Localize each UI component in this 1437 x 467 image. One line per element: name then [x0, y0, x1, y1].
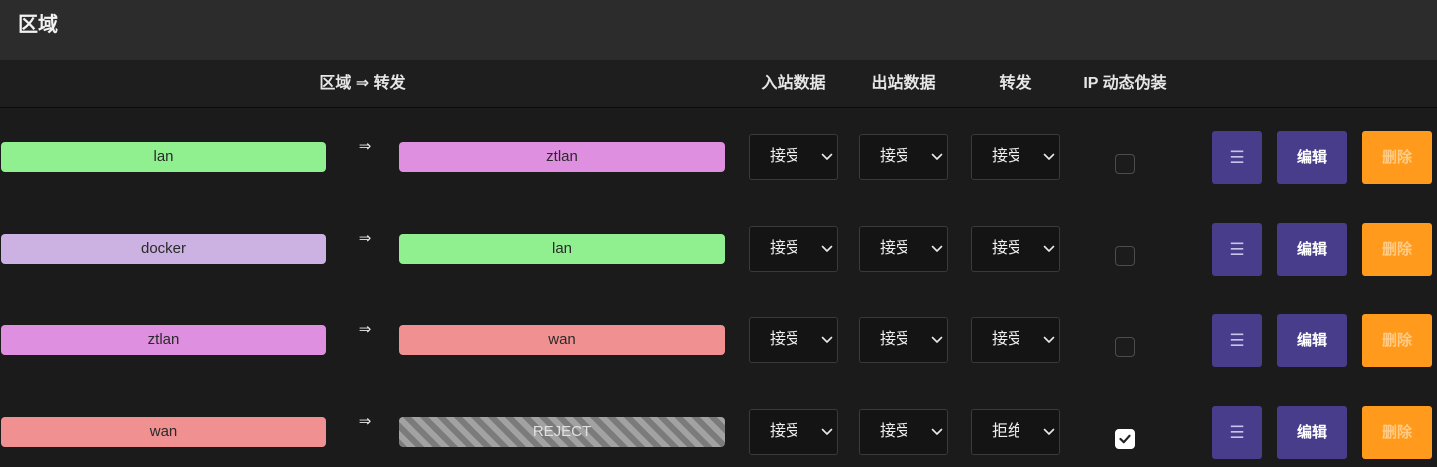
forward-arrow: ⇒ [358, 412, 372, 430]
edit-button[interactable]: 编辑 [1277, 314, 1347, 368]
forward-policy-select[interactable]: 接受 [971, 134, 1060, 180]
drag-handle-button[interactable]: ☰ [1212, 222, 1262, 276]
masquerade-checkbox[interactable] [1115, 337, 1135, 358]
source-zone-badge: docker [1, 233, 326, 264]
firewall-zones-page: 区域 区域 ⇒ 转发 入站数据 出站数据 转发 IP 动态伪装 lan ⇒ zt… [0, 0, 1437, 467]
chevron-down-icon [931, 337, 943, 344]
masquerade-checkbox[interactable] [1115, 245, 1135, 266]
zone-row: ztlan ⇒ wan 接受 接受 接受 ☰ 编辑 删除 [0, 310, 1437, 370]
select-value: 接受 [770, 148, 797, 165]
edit-button[interactable]: 编辑 [1277, 131, 1347, 184]
delete-button[interactable]: 删除 [1362, 131, 1432, 184]
select-value: 拒绝 [992, 422, 1019, 440]
select-value: 接受 [880, 331, 907, 349]
chevron-down-icon [821, 245, 833, 252]
drag-handle-button[interactable]: ☰ [1212, 131, 1262, 184]
zone-table-body: lan ⇒ ztlan 接受 接受 接受 ☰ 编辑 删除 docker ⇒ la… [0, 127, 1437, 462]
delete-button[interactable]: 删除 [1362, 314, 1432, 368]
select-value: 接受 [880, 148, 907, 165]
output-policy-select[interactable]: 接受 [859, 134, 948, 180]
source-zone-badge: ztlan [1, 325, 326, 356]
chevron-down-icon [821, 428, 833, 435]
chevron-down-icon [1043, 337, 1055, 344]
zone-row: docker ⇒ lan 接受 接受 接受 ☰ 编辑 删除 [0, 219, 1437, 279]
select-value: 接受 [880, 239, 907, 257]
column-header-masquerade: IP 动态伪装 [1083, 75, 1167, 92]
drag-handle-button[interactable]: ☰ [1212, 405, 1262, 459]
output-policy-select[interactable]: 接受 [859, 225, 948, 272]
chevron-down-icon [931, 245, 943, 252]
input-policy-select[interactable]: 接受 [749, 408, 838, 455]
zone-row: lan ⇒ ztlan 接受 接受 接受 ☰ 编辑 删除 [0, 127, 1437, 187]
chevron-down-icon [1043, 245, 1055, 252]
drag-handle-button[interactable]: ☰ [1212, 314, 1262, 368]
chevron-down-icon [1043, 153, 1055, 160]
chevron-down-icon [931, 153, 943, 160]
masquerade-checkbox[interactable] [1115, 428, 1135, 449]
select-value: 接受 [992, 331, 1019, 349]
column-header-input: 入站数据 [761, 75, 826, 92]
chevron-down-icon [931, 428, 943, 435]
select-value: 接受 [992, 148, 1019, 165]
column-header-zone-forward: 区域 ⇒ 转发 [319, 75, 406, 92]
forward-arrow: ⇒ [358, 321, 372, 339]
input-policy-select[interactable]: 接受 [749, 134, 838, 180]
source-zone-badge: wan [1, 416, 326, 447]
zone-row: wan ⇒ REJECT 接受 接受 拒绝 ☰ 编辑 删除 [0, 402, 1437, 462]
select-value: 接受 [992, 239, 1019, 257]
table-header: 区域 ⇒ 转发 入站数据 出站数据 转发 IP 动态伪装 [0, 60, 1437, 108]
checkmark-icon [1119, 434, 1131, 444]
column-header-output: 出站数据 [871, 75, 936, 92]
masquerade-checkbox[interactable] [1115, 154, 1135, 174]
edit-button[interactable]: 编辑 [1277, 222, 1347, 276]
chevron-down-icon [821, 337, 833, 344]
output-policy-select[interactable]: 接受 [859, 317, 948, 364]
dest-zone-badge: lan [399, 233, 725, 264]
forward-arrow: ⇒ [358, 138, 372, 155]
select-value: 接受 [880, 422, 907, 440]
select-value: 接受 [770, 239, 797, 257]
dest-zone-badge: REJECT [399, 416, 725, 447]
page-title: 区域 [18, 14, 58, 36]
column-header-forward: 转发 [999, 75, 1032, 92]
source-zone-badge: lan [1, 142, 326, 172]
chevron-down-icon [821, 153, 833, 160]
dest-zone-badge: wan [399, 325, 725, 356]
input-policy-select[interactable]: 接受 [749, 225, 838, 272]
output-policy-select[interactable]: 接受 [859, 408, 948, 455]
delete-button[interactable]: 删除 [1362, 222, 1432, 276]
dest-zone-badge: ztlan [399, 142, 725, 172]
section-header: 区域 [0, 0, 1437, 60]
delete-button[interactable]: 删除 [1362, 405, 1432, 459]
chevron-down-icon [1043, 428, 1055, 435]
select-value: 接受 [770, 422, 797, 440]
input-policy-select[interactable]: 接受 [749, 317, 838, 364]
select-value: 接受 [770, 331, 797, 349]
forward-policy-select[interactable]: 拒绝 [971, 408, 1060, 455]
forward-policy-select[interactable]: 接受 [971, 225, 1060, 272]
edit-button[interactable]: 编辑 [1277, 405, 1347, 459]
forward-policy-select[interactable]: 接受 [971, 317, 1060, 364]
forward-arrow: ⇒ [358, 229, 372, 247]
